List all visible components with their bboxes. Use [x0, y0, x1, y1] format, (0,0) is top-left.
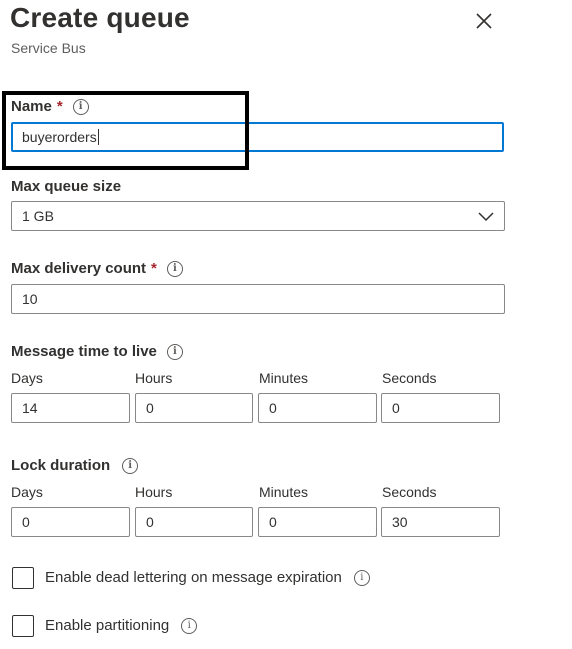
lock-duration-label: Lock duration i: [11, 457, 139, 474]
partitioning-label: Enable partitioning: [45, 617, 170, 634]
dead-lettering-option: Enable dead lettering on message expirat…: [45, 569, 370, 586]
lock-seconds-label: Seconds: [382, 484, 437, 500]
max-queue-size-value: 1 GB: [22, 208, 54, 224]
dead-lettering-label: Enable dead lettering on message expirat…: [45, 569, 342, 586]
max-delivery-count-label: Max delivery count * i: [11, 260, 183, 277]
message-ttl-label: Message time to live i: [11, 343, 183, 360]
ttl-days-input[interactable]: 14: [11, 393, 130, 423]
max-delivery-count-value: 10: [22, 291, 38, 307]
ttl-seconds-label: Seconds: [382, 370, 437, 386]
ttl-seconds-input[interactable]: 0: [381, 393, 500, 423]
max-queue-size-label-text: Max queue size: [11, 178, 122, 195]
lock-seconds-value: 30: [392, 514, 408, 530]
max-delivery-count-label-text: Max delivery count: [11, 260, 147, 277]
ttl-minutes-value: 0: [269, 400, 277, 416]
max-queue-size-label: Max queue size: [11, 178, 121, 195]
page-subtitle: Service Bus: [11, 40, 86, 56]
lock-hours-input[interactable]: 0: [135, 507, 253, 537]
ttl-seconds-value: 0: [392, 400, 400, 416]
text-caret: [97, 129, 99, 145]
info-icon[interactable]: i: [166, 260, 183, 277]
ttl-minutes-input[interactable]: 0: [258, 393, 377, 423]
info-icon[interactable]: i: [166, 343, 183, 360]
lock-days-input[interactable]: 0: [11, 507, 130, 537]
name-label-text: Name: [11, 98, 52, 115]
close-icon: [476, 13, 492, 29]
required-mark: *: [56, 98, 63, 115]
ttl-hours-value: 0: [146, 400, 154, 416]
lock-minutes-value: 0: [269, 514, 277, 530]
info-icon[interactable]: i: [72, 98, 89, 115]
lock-seconds-input[interactable]: 30: [381, 507, 500, 537]
ttl-hours-label: Hours: [135, 370, 173, 386]
create-queue-panel: Create queue Service Bus Name * i buyero…: [0, 0, 572, 649]
info-icon[interactable]: i: [181, 617, 198, 634]
page-title: Create queue: [10, 2, 190, 33]
info-icon[interactable]: i: [122, 457, 139, 474]
name-label: Name * i: [11, 98, 89, 115]
lock-minutes-label: Minutes: [259, 484, 309, 500]
required-mark: *: [151, 260, 157, 277]
close-button[interactable]: [472, 9, 496, 33]
lock-hours-label: Hours: [135, 484, 173, 500]
max-delivery-count-input[interactable]: 10: [11, 284, 505, 314]
lock-days-label: Days: [11, 484, 43, 500]
partitioning-option: Enable partitioning i: [45, 617, 198, 634]
lock-days-value: 0: [22, 514, 30, 530]
lock-hours-value: 0: [146, 514, 154, 530]
info-icon[interactable]: i: [353, 569, 370, 586]
lock-minutes-input[interactable]: 0: [258, 507, 377, 537]
chevron-down-icon: [478, 212, 494, 222]
dead-lettering-checkbox[interactable]: [12, 567, 34, 589]
max-queue-size-select[interactable]: 1 GB: [11, 201, 505, 231]
ttl-days-label: Days: [11, 370, 43, 386]
ttl-hours-input[interactable]: 0: [135, 393, 253, 423]
ttl-minutes-label: Minutes: [259, 370, 309, 386]
partitioning-checkbox[interactable]: [12, 615, 34, 637]
name-input-value: buyerorders: [22, 129, 97, 145]
lock-duration-label-text: Lock duration: [11, 457, 111, 474]
message-ttl-label-text: Message time to live: [11, 343, 157, 360]
ttl-days-value: 14: [22, 400, 38, 416]
name-input[interactable]: buyerorders: [11, 122, 504, 152]
